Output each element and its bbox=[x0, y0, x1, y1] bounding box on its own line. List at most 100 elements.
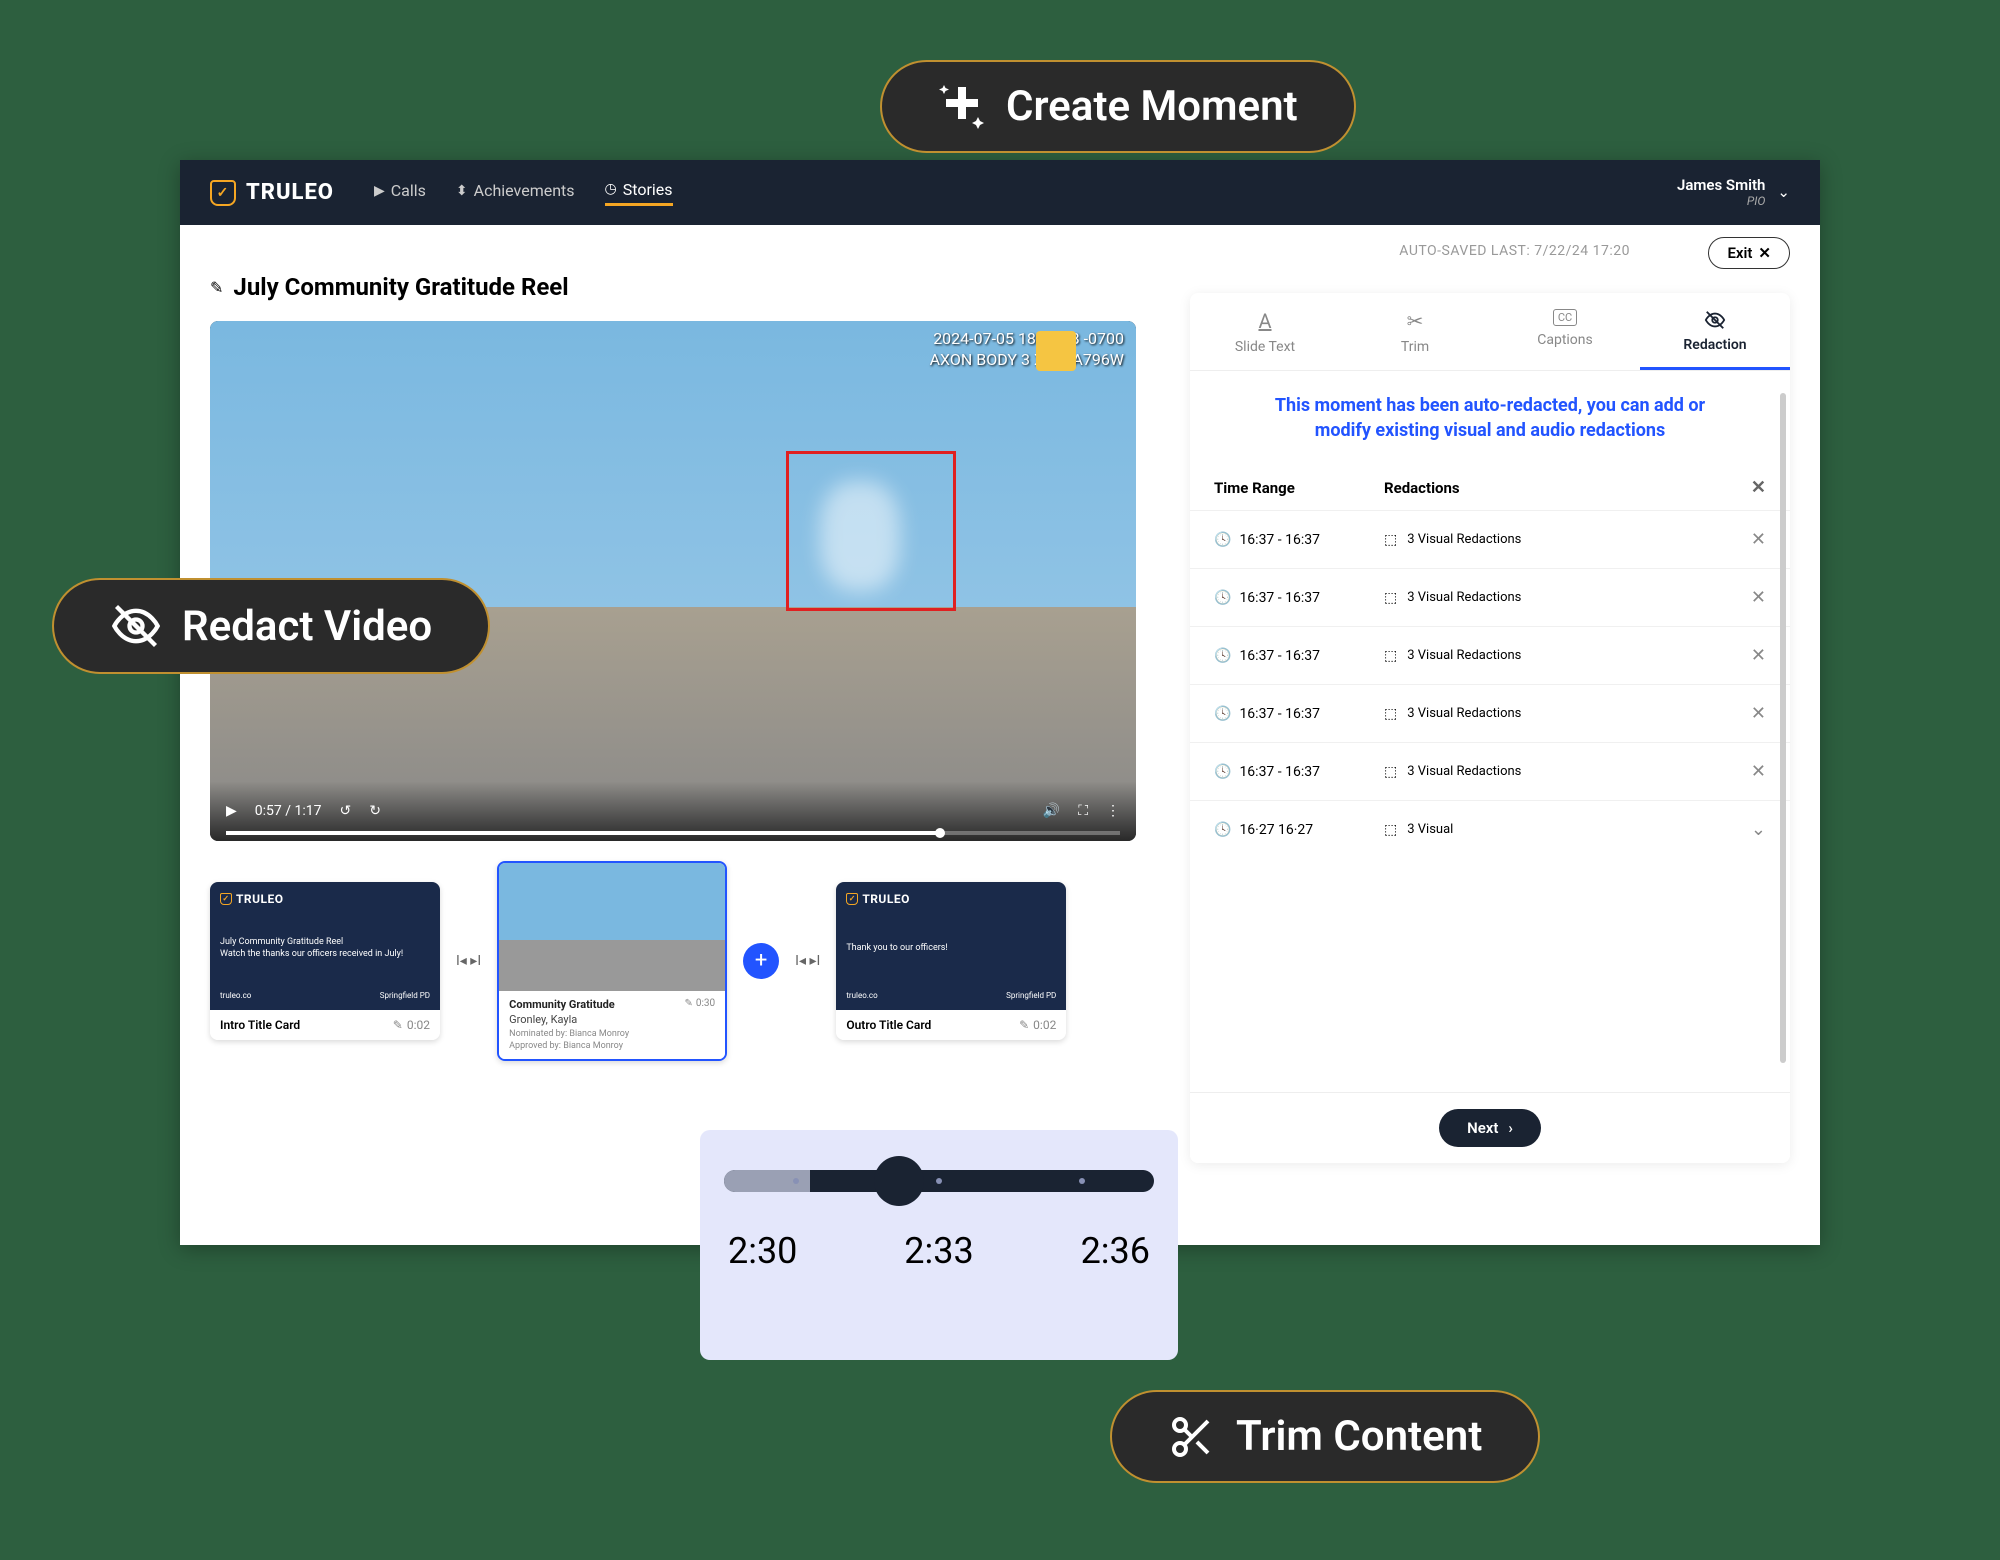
callout-create-moment: Create Moment bbox=[880, 60, 1356, 153]
video-time: 0:57 / 1:17 bbox=[255, 803, 322, 819]
clip-title: Outro Title Card bbox=[846, 1018, 931, 1032]
pencil-icon[interactable]: ✎ bbox=[210, 278, 223, 297]
clock-icon: 🕓 bbox=[1214, 822, 1231, 838]
app-window: ✓ TRULEO ▶ Calls ⬍ Achievements ◷ Storie… bbox=[180, 160, 1820, 1245]
scrollbar[interactable] bbox=[1780, 393, 1786, 1063]
chevron-down-icon: ⌄ bbox=[1777, 183, 1790, 201]
redaction-row[interactable]: 🕓16:37 - 16:37 ⬚3 Visual Redactions ✕ bbox=[1190, 510, 1790, 568]
eye-off-icon bbox=[1704, 309, 1726, 331]
reorder-arrows[interactable]: I◂ ▸I bbox=[456, 953, 481, 969]
nav-stories[interactable]: ◷ Stories bbox=[605, 180, 673, 206]
progress-track[interactable] bbox=[226, 831, 1120, 835]
trim-scrubber[interactable]: 2:30 2:33 2:36 bbox=[700, 1130, 1178, 1360]
sparkle-plus-icon bbox=[938, 83, 986, 131]
play-icon[interactable]: ▶ bbox=[226, 803, 237, 819]
redaction-panel: A Slide Text ✂ Trim CC Captions Redactio… bbox=[1190, 293, 1790, 1163]
volume-icon[interactable]: 🔊 bbox=[1043, 803, 1060, 819]
stories-icon: ◷ bbox=[605, 181, 617, 197]
more-icon[interactable]: ⋮ bbox=[1106, 803, 1120, 819]
exit-label: Exit bbox=[1727, 244, 1752, 262]
selection-icon: ⬚ bbox=[1384, 706, 1397, 722]
redaction-row[interactable]: 🕓16·27 16·27 ⬚3 Visual ⌄ bbox=[1190, 800, 1790, 858]
exit-button[interactable]: Exit ✕ bbox=[1708, 237, 1790, 269]
user-menu[interactable]: James Smith PIO ⌄ bbox=[1677, 176, 1790, 208]
clip-strip: ✓TRULEO July Community Gratitude Reel Wa… bbox=[210, 861, 1160, 1061]
remove-icon[interactable]: ✕ bbox=[1726, 587, 1766, 608]
callout-label: Redact Video bbox=[182, 602, 432, 651]
nav-achievements-label: Achievements bbox=[474, 181, 575, 200]
selection-icon: ⬚ bbox=[1384, 590, 1397, 606]
callout-label: Trim Content bbox=[1236, 1412, 1482, 1461]
video-controls: ▶ 0:57 / 1:17 ↺ ↻ 🔊 ⛶ ⋮ bbox=[210, 781, 1136, 841]
redaction-notice: This moment has been auto-redacted, you … bbox=[1190, 371, 1790, 465]
clock-icon: 🕓 bbox=[1214, 648, 1231, 664]
chevron-right-icon: › bbox=[1508, 1119, 1513, 1137]
bar-chart-icon: ⬍ bbox=[456, 183, 468, 199]
add-clip-button[interactable]: + bbox=[743, 943, 779, 979]
reorder-arrows[interactable]: I◂ ▸I bbox=[795, 953, 820, 969]
selection-icon: ⬚ bbox=[1384, 822, 1397, 838]
user-name: James Smith bbox=[1677, 176, 1765, 194]
remove-icon[interactable]: ✕ bbox=[1726, 703, 1766, 724]
redaction-row[interactable]: 🕓16:37 - 16:37 ⬚3 Visual Redactions ✕ bbox=[1190, 568, 1790, 626]
clock-icon: 🕓 bbox=[1214, 532, 1231, 548]
rewind-10-icon[interactable]: ↺ bbox=[340, 803, 352, 819]
scrubber-thumb[interactable] bbox=[874, 1156, 924, 1206]
redaction-row[interactable]: 🕓16:37 - 16:37 ⬚3 Visual Redactions ✕ bbox=[1190, 742, 1790, 800]
scissors-icon: ✂ bbox=[1407, 309, 1424, 333]
clip-duration: 0:02 bbox=[1033, 1018, 1056, 1032]
tab-trim[interactable]: ✂ Trim bbox=[1340, 293, 1490, 370]
callout-redact-video: Redact Video bbox=[52, 578, 490, 674]
title-row: ✎ July Community Gratitude Reel bbox=[210, 273, 1160, 301]
shield-icon: ✓ bbox=[210, 180, 236, 206]
editor-column: ✎ July Community Gratitude Reel 2024-07-… bbox=[210, 243, 1160, 1227]
autosave-label: AUTO-SAVED LAST: 7/22/24 17:20 bbox=[1399, 243, 1630, 259]
tab-captions[interactable]: CC Captions bbox=[1490, 293, 1640, 370]
expand-icon[interactable]: ⌄ bbox=[1726, 819, 1766, 840]
axon-badge-icon bbox=[1036, 331, 1076, 371]
redaction-row[interactable]: 🕓16:37 - 16:37 ⬚3 Visual Redactions ✕ bbox=[1190, 684, 1790, 742]
clip-active[interactable]: Community Gratitude✎0:30 Gronley, Kayla … bbox=[497, 861, 727, 1061]
play-box-icon: ▶ bbox=[374, 183, 385, 199]
selection-icon: ⬚ bbox=[1384, 648, 1397, 664]
nav-calls[interactable]: ▶ Calls bbox=[374, 180, 426, 206]
user-role: PIO bbox=[1677, 194, 1765, 208]
redaction-headers: Time Range Redactions ✕ bbox=[1190, 465, 1790, 510]
scissors-icon bbox=[1168, 1413, 1216, 1461]
selection-icon: ⬚ bbox=[1384, 764, 1397, 780]
story-title: July Community Gratitude Reel bbox=[233, 273, 568, 301]
redaction-row[interactable]: 🕓16:37 - 16:37 ⬚3 Visual Redactions ✕ bbox=[1190, 626, 1790, 684]
eye-off-icon bbox=[110, 600, 162, 652]
clip-intro[interactable]: ✓TRULEO July Community Gratitude Reel Wa… bbox=[210, 882, 440, 1040]
clock-icon: 🕓 bbox=[1214, 706, 1231, 722]
pencil-icon: ✎ bbox=[1019, 1018, 1029, 1032]
remove-icon[interactable]: ✕ bbox=[1726, 529, 1766, 550]
nav-calls-label: Calls bbox=[391, 181, 426, 200]
text-icon: A bbox=[1258, 309, 1271, 333]
selection-icon: ⬚ bbox=[1384, 532, 1397, 548]
video-metadata-overlay: 2024-07-05 18:01:38 -0700 AXON BODY 3 X6… bbox=[930, 329, 1124, 371]
scrubber-track[interactable] bbox=[724, 1170, 1154, 1192]
forward-10-icon[interactable]: ↻ bbox=[369, 803, 381, 819]
callout-trim-content: Trim Content bbox=[1110, 1390, 1540, 1483]
tab-slide-text[interactable]: A Slide Text bbox=[1190, 293, 1340, 370]
redaction-bounding-box[interactable] bbox=[786, 451, 956, 611]
nav-achievements[interactable]: ⬍ Achievements bbox=[456, 180, 575, 206]
scrubber-label: 2:30 bbox=[728, 1230, 797, 1272]
scrubber-label: 2:36 bbox=[1081, 1230, 1150, 1272]
clock-icon: 🕓 bbox=[1214, 764, 1231, 780]
close-icon[interactable]: ✕ bbox=[1726, 477, 1766, 498]
nav-stories-label: Stories bbox=[623, 180, 673, 199]
remove-icon[interactable]: ✕ bbox=[1726, 645, 1766, 666]
next-button[interactable]: Next › bbox=[1439, 1109, 1541, 1147]
fullscreen-icon[interactable]: ⛶ bbox=[1078, 803, 1088, 819]
clock-icon: 🕓 bbox=[1214, 590, 1231, 606]
close-icon: ✕ bbox=[1758, 244, 1771, 262]
scrubber-label: 2:33 bbox=[904, 1230, 973, 1272]
redaction-list: 🕓16:37 - 16:37 ⬚3 Visual Redactions ✕ 🕓1… bbox=[1190, 510, 1790, 858]
brand-text: TRULEO bbox=[246, 180, 334, 205]
tab-redaction[interactable]: Redaction bbox=[1640, 293, 1790, 370]
clip-outro[interactable]: ✓TRULEO Thank you to our officers! trule… bbox=[836, 882, 1066, 1040]
callout-label: Create Moment bbox=[1006, 82, 1298, 131]
remove-icon[interactable]: ✕ bbox=[1726, 761, 1766, 782]
